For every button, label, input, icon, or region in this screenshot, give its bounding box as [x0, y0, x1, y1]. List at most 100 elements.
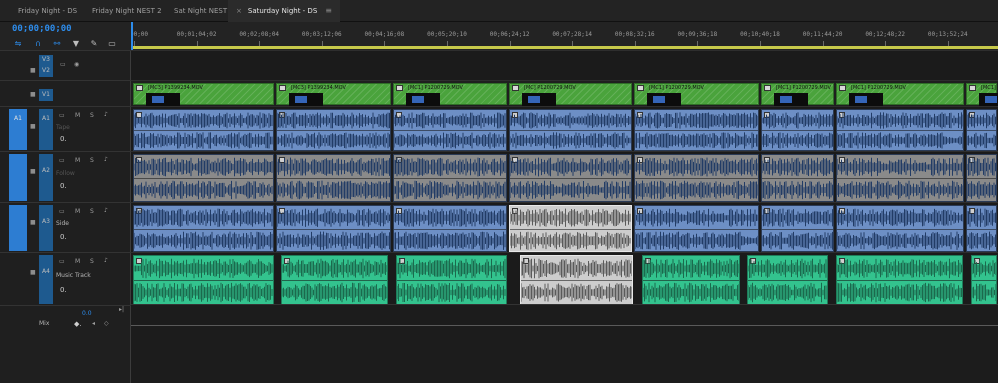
source-patch-a1[interactable]: A1 — [9, 109, 27, 150]
sync-lock-icon[interactable]: ▭ — [60, 61, 66, 68]
playhead-timecode[interactable]: 00;00;00;00 — [12, 24, 72, 34]
music-clip[interactable] — [520, 255, 633, 305]
video-clip[interactable]: [MC1] P1200729.MOV — [761, 83, 834, 106]
linked-selection-icon[interactable]: ⚯ — [51, 38, 63, 49]
audio-clip[interactable] — [509, 109, 632, 151]
source-patch-a2[interactable] — [9, 154, 27, 201]
lane-a2[interactable] — [131, 151, 998, 202]
video-clip[interactable]: [MC1] P1200729.MOV — [634, 83, 759, 106]
mix-value[interactable]: 0.0 — [82, 310, 92, 317]
audio-clip[interactable] — [509, 154, 632, 202]
mute-button[interactable]: M — [75, 258, 80, 265]
audio-clip[interactable] — [966, 109, 997, 151]
source-patch-a3[interactable] — [9, 205, 27, 251]
track-target-a1[interactable]: A1 — [39, 109, 53, 150]
solo-button[interactable]: S — [90, 208, 94, 215]
audio-clip[interactable] — [133, 205, 274, 252]
lock-icon[interactable]: ■ — [30, 123, 36, 130]
sync-lock-icon[interactable]: ▭ — [59, 208, 65, 215]
audio-clip[interactable] — [133, 109, 274, 151]
music-clip[interactable] — [396, 255, 507, 305]
tab-friday-night-ds[interactable]: Friday Night - DS — [18, 0, 77, 22]
volume-readout[interactable]: 0. — [60, 233, 67, 241]
snap-magnet-icon[interactable]: ∩ — [32, 38, 44, 49]
audio-clip[interactable] — [634, 109, 759, 151]
track-target-a3[interactable]: A3 — [39, 205, 53, 251]
video-clip[interactable]: [MC] P1200729.MOV — [509, 83, 632, 106]
music-clip[interactable] — [133, 255, 274, 305]
work-area-bar[interactable] — [131, 46, 998, 49]
sync-lock-icon[interactable]: ▭ — [59, 157, 65, 164]
track-target-v2[interactable]: V2 — [39, 65, 53, 77]
tab-sat-night-nest[interactable]: Sat Night NEST — [174, 0, 227, 22]
music-clip[interactable] — [971, 255, 997, 305]
lock-icon[interactable]: ■ — [30, 67, 36, 74]
audio-clip[interactable] — [276, 154, 391, 202]
audio-clip[interactable] — [133, 154, 274, 202]
nest-icon[interactable]: ⇋ — [12, 38, 24, 49]
video-clip[interactable]: [MC1] P1200729.MOV — [393, 83, 507, 106]
lane-a1[interactable] — [131, 106, 998, 151]
lane-a4[interactable] — [131, 252, 998, 305]
sync-lock-icon[interactable]: ▭ — [59, 258, 65, 265]
solo-button[interactable]: S — [90, 157, 94, 164]
audio-clip[interactable] — [509, 205, 632, 252]
mix-volume-line[interactable] — [131, 325, 998, 326]
track-target-a4[interactable]: A4 — [39, 255, 53, 304]
video-clip[interactable]: [MC1] — [966, 83, 998, 106]
volume-readout[interactable]: ◆. — [74, 320, 82, 328]
prev-keyframe-icon[interactable]: ◂ — [92, 320, 95, 327]
captions-icon[interactable]: ▭ — [106, 38, 118, 49]
wrench-icon[interactable]: ✎ — [88, 38, 100, 49]
solo-button[interactable]: S — [90, 258, 94, 265]
video-clip[interactable]: [MC1] P1200729.MOV — [836, 83, 964, 106]
sync-lock-icon[interactable]: ▭ — [59, 112, 65, 119]
volume-readout[interactable]: 0. — [60, 135, 67, 143]
volume-readout[interactable]: 0. — [60, 286, 67, 294]
eye-icon[interactable]: ◉ — [74, 61, 79, 68]
audio-clip[interactable] — [836, 205, 964, 252]
mute-button[interactable]: M — [75, 157, 80, 164]
lane-mix[interactable] — [131, 304, 998, 383]
panel-menu-icon[interactable]: ≡ — [325, 6, 332, 15]
mic-icon[interactable]: ♪ — [104, 156, 108, 163]
audio-clip[interactable] — [393, 109, 507, 151]
mic-icon[interactable]: ♪ — [104, 257, 108, 264]
track-target-v1[interactable]: V1 — [39, 89, 53, 101]
add-marker-icon[interactable]: ▼ — [70, 38, 82, 49]
audio-clip[interactable] — [836, 154, 964, 202]
volume-readout[interactable]: 0. — [60, 182, 67, 190]
audio-clip[interactable] — [393, 205, 507, 252]
audio-clip[interactable] — [761, 154, 834, 202]
lock-icon[interactable]: ■ — [30, 91, 36, 98]
solo-button[interactable]: S — [90, 112, 94, 119]
tab-saturday-night-ds[interactable]: × Saturday Night - DS ≡ — [228, 0, 340, 22]
lock-icon[interactable]: ■ — [30, 269, 36, 276]
lock-icon[interactable]: ■ — [30, 168, 36, 175]
track-target-a2[interactable]: A2 — [39, 154, 53, 201]
audio-clip[interactable] — [966, 205, 997, 252]
mute-button[interactable]: M — [75, 208, 80, 215]
video-clip[interactable]: [MC3] P1399234.MOV — [133, 83, 274, 106]
mute-button[interactable]: M — [75, 112, 80, 119]
playhead[interactable] — [131, 22, 133, 50]
music-clip[interactable] — [642, 255, 740, 305]
lane-a3[interactable] — [131, 202, 998, 252]
audio-clip[interactable] — [761, 205, 834, 252]
timeline-tracks[interactable]: [MC3] P1399234.MOV [MC3] P1399234.MOV [M… — [131, 50, 998, 383]
mic-icon[interactable]: ♪ — [104, 111, 108, 118]
video-clip[interactable]: [MC3] P1399234.MOV — [276, 83, 391, 106]
audio-clip[interactable] — [836, 109, 964, 151]
audio-clip[interactable] — [276, 205, 391, 252]
music-clip[interactable] — [747, 255, 828, 305]
audio-clip[interactable] — [276, 109, 391, 151]
close-icon[interactable]: × — [236, 7, 242, 15]
audio-clip[interactable] — [393, 154, 507, 202]
time-ruler[interactable]: 00;00 00;01;04;02 00;02;08;04 00;03;12;06 00… — [131, 22, 998, 50]
lane-v2[interactable] — [131, 50, 998, 80]
audio-clip[interactable] — [634, 205, 759, 252]
music-clip[interactable] — [836, 255, 963, 305]
lock-icon[interactable]: ■ — [30, 219, 36, 226]
mic-icon[interactable]: ♪ — [104, 207, 108, 214]
tab-friday-night-nest-2[interactable]: Friday Night NEST 2 — [92, 0, 162, 22]
